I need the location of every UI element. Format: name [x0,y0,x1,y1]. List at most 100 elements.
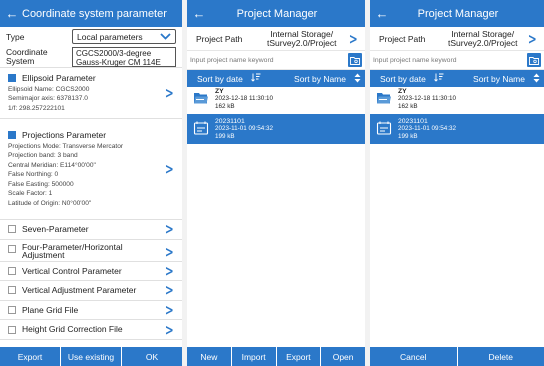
plane-grid-label: Plane Grid File [22,304,79,315]
chevron-right-icon[interactable]: > [165,160,174,178]
folder-search-icon[interactable] [348,53,362,67]
plane-grid-item[interactable]: Plane Grid File > [0,301,182,321]
chevron-right-icon[interactable]: > [349,30,358,48]
chevron-right-icon[interactable]: > [165,321,174,339]
import-button[interactable]: Import [232,347,277,366]
seven-parameter-checkbox[interactable] [8,225,16,234]
type-row: Type Local parameters [0,27,182,46]
vertical-control-item[interactable]: Vertical Control Parameter > [0,262,182,282]
folder-open-icon [376,91,394,107]
coordinate-system-label-line2: System [6,55,35,66]
folder-search-icon[interactable] [527,53,541,67]
project-name: 20231101 [398,118,428,126]
ellipsoid-section[interactable]: Ellipsoid Parameter Ellipsoid Name: CGCS… [0,68,182,119]
chevron-right-icon[interactable]: > [165,84,174,102]
sort-updown-icon [533,73,540,85]
project-path-value: Internal Storage/ tSurvey2.0/Project [439,29,526,48]
bottom-action-bar: New Import Export Open [187,347,365,366]
sort-by-name-button[interactable]: Sort by Name [275,73,365,85]
sort-descending-icon [434,73,444,84]
sort-bar: Sort by date Sort by Name [187,70,365,87]
coordinate-system-value-line1: CGCS2000/3-degree [76,48,152,58]
export-button[interactable]: Export [277,347,322,366]
projection-info-line: False Easting: 500000 [8,180,74,188]
projection-info-line: Projections Mode: Transverse Mercator [8,143,124,151]
chevron-right-icon[interactable]: > [165,262,174,280]
cancel-button[interactable]: Cancel [370,347,458,366]
open-button[interactable]: Open [321,347,365,366]
project-date: 2023-11-01 09:54:32 [398,125,457,133]
sort-by-name-label: Sort by Name [473,73,525,84]
chevron-right-icon[interactable]: > [165,220,174,238]
chevron-right-icon[interactable]: > [165,281,174,299]
ok-button[interactable]: OK [122,347,182,366]
vertical-control-checkbox[interactable] [8,266,16,275]
bottom-action-bar: Export Use existing OK [0,347,182,366]
vertical-adjustment-checkbox[interactable] [8,286,16,295]
folder-open-icon [193,91,211,107]
ellipsoid-checkbox[interactable] [8,73,16,82]
type-select[interactable]: Local parameters [72,29,176,44]
sort-by-date-label: Sort by date [197,73,243,84]
four-parameter-item[interactable]: Four-Parameter/Horizontal Adjustment > [0,240,182,262]
projection-section[interactable]: Projections Parameter Projections Mode: … [0,119,182,220]
project-name: ZY [215,88,224,96]
new-button[interactable]: New [187,347,232,366]
projection-info-line: Projection band: 3 band [8,152,78,160]
project-manager-screen: ← Project Manager Project Path Internal … [187,0,365,366]
ellipsoid-info-line: Semimajor axis: 6378137.0 [8,95,88,103]
coordinate-system-row: Coordinate System CGCS2000/3-degree Gaus… [0,46,182,68]
search-row [187,51,365,70]
page-title: Coordinate system parameter [22,7,167,20]
title-bar: ← Project Manager [370,0,544,27]
four-parameter-checkbox[interactable] [8,244,16,253]
project-path-label: Project Path [196,33,243,44]
project-item[interactable]: ZY 2023-12-18 11:30:10 162 kB [187,87,365,111]
sort-by-date-button[interactable]: Sort by date [370,73,454,84]
search-input[interactable] [373,56,527,64]
project-item[interactable]: ZY 2023-12-18 11:30:10 162 kB [370,87,544,111]
sort-bar: Sort by date Sort by Name [370,70,544,87]
height-grid-item[interactable]: Height Grid Correction File > [0,320,182,340]
use-existing-button[interactable]: Use existing [61,347,122,366]
project-size: 162 kB [215,102,235,110]
page-title: Project Manager [417,7,499,20]
projection-info-line: Scale Factor: 1 [8,190,53,198]
calendar-icon [376,121,394,137]
project-item-selected[interactable]: 20231101 2023-11-01 09:54:32 199 kB [187,114,365,144]
projection-info-line: False Northing: 0 [8,171,59,179]
export-button[interactable]: Export [0,347,61,366]
sort-by-date-button[interactable]: Sort by date [187,73,275,84]
project-path-row[interactable]: Project Path Internal Storage/ tSurvey2.… [187,27,365,51]
back-arrow-icon[interactable]: ← [2,6,22,21]
height-grid-checkbox[interactable] [8,325,16,334]
page-title: Project Manager [236,7,318,20]
project-path-value: Internal Storage/ tSurvey2.0/Project [256,29,347,48]
chevron-right-icon[interactable]: > [165,243,174,261]
delete-button[interactable]: Delete [458,347,544,366]
type-select-value: Local parameters [77,31,143,42]
chevron-right-icon[interactable]: > [528,30,537,48]
back-arrow-icon[interactable]: ← [372,6,392,21]
project-path-row[interactable]: Project Path Internal Storage/ tSurvey2.… [370,27,544,51]
coordinate-system-field[interactable]: CGCS2000/3-degree Gauss-Kruger CM 114E [72,46,176,67]
project-item-selected[interactable]: 20231101 2023-11-01 09:54:32 199 kB [370,114,544,144]
vertical-control-label: Vertical Control Parameter [22,265,122,276]
calendar-icon [193,121,211,137]
chevron-down-icon [160,32,171,42]
project-manager-delete-screen: ← Project Manager Project Path Internal … [370,0,544,366]
back-arrow-icon[interactable]: ← [189,6,209,21]
project-path-line2: tSurvey2.0/Project [447,37,518,48]
vertical-adjustment-item[interactable]: Vertical Adjustment Parameter > [0,281,182,301]
project-size: 162 kB [398,102,418,110]
height-grid-label: Height Grid Correction File [22,324,123,335]
project-date: 2023-11-01 09:54:32 [215,125,274,133]
search-input[interactable] [190,56,348,64]
seven-parameter-item[interactable]: Seven-Parameter > [0,220,182,240]
projection-checkbox[interactable] [8,131,16,140]
plane-grid-checkbox[interactable] [8,306,16,315]
seven-parameter-label: Seven-Parameter [22,224,89,235]
project-date: 2023-12-18 11:30:10 [398,95,457,103]
chevron-right-icon[interactable]: > [165,301,174,319]
sort-by-name-button[interactable]: Sort by Name [454,73,544,85]
